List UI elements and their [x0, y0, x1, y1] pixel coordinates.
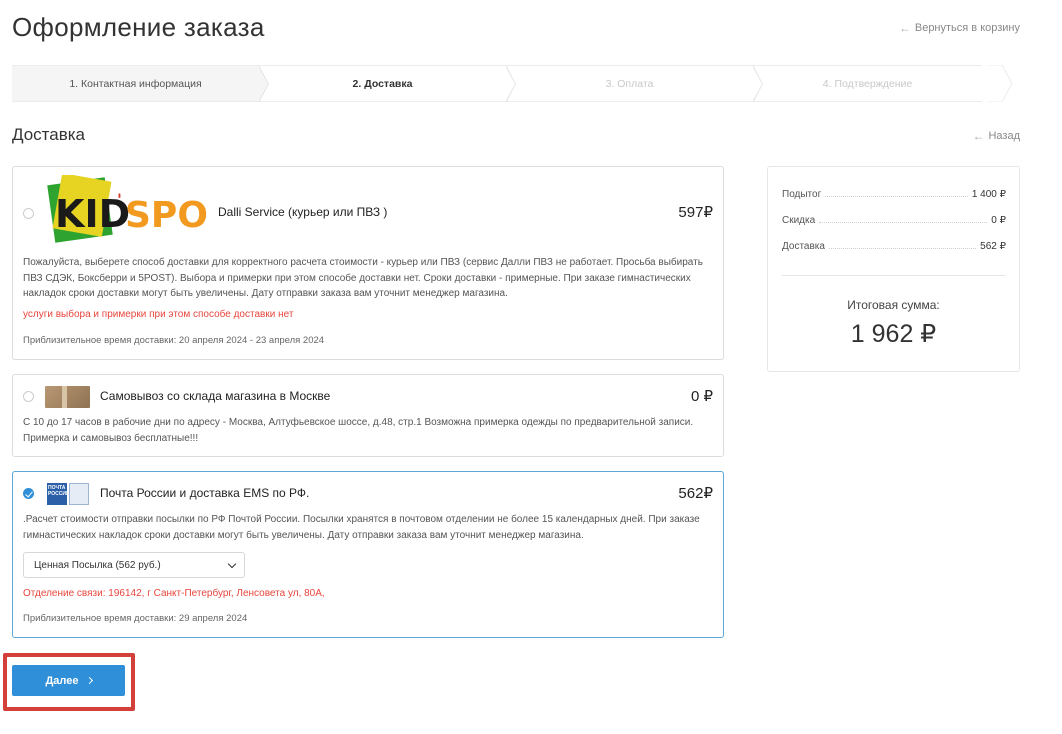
discount-value: 0 ₽ — [991, 215, 1006, 226]
step-label: 2. Доставка — [352, 77, 413, 90]
back-label: Назад — [988, 130, 1020, 142]
delivery-estimate: Приблизительное время доставки: 20 апрел… — [23, 335, 325, 346]
step-divider — [505, 65, 516, 103]
subtotal-value: 1 400 ₽ — [971, 189, 1006, 200]
order-summary: Подытог 1 400 ₽ Скидка 0 ₽ Доставка 562 … — [767, 166, 1020, 372]
chevron-right-icon — [85, 676, 93, 685]
section-title: Доставка — [12, 125, 86, 144]
delivery-estimate: Приблизительное время доставки: 29 апрел… — [23, 613, 248, 624]
back-to-cart-link[interactable]: ← Вернуться в корзину — [899, 21, 1020, 35]
step-divider — [752, 65, 763, 103]
summary-row-delivery: Доставка 562 ₽ — [782, 241, 1006, 252]
page-title: Оформление заказа — [12, 12, 265, 42]
radio-dalli[interactable] — [23, 208, 34, 219]
radio-russian-post[interactable] — [23, 488, 34, 499]
parcel-type-select[interactable]: Ценная Посылка (562 руб.) — [23, 552, 245, 578]
discount-label: Скидка — [782, 215, 816, 226]
step-contact-info[interactable]: 1. Контактная информация — [12, 65, 269, 103]
step-confirmation: 4. Подтверждение — [753, 65, 982, 102]
subtotal-label: Подытог — [782, 189, 822, 200]
method-name: Почта России и доставка EMS по РФ. — [100, 486, 310, 500]
method-name: Самовывоз со склада магазина в Москве — [100, 389, 331, 403]
eagle-emblem-icon — [69, 483, 89, 505]
svg-text:SPORT: SPORT — [125, 195, 207, 236]
method-description: Пожалуйста, выберете способ доставки для… — [23, 257, 703, 299]
summary-row-discount: Скидка 0 ₽ — [782, 215, 1006, 226]
summary-divider — [782, 275, 1006, 276]
parcel-type-value: Ценная Посылка (562 руб.) — [34, 559, 161, 571]
step-payment: 3. Оплата — [506, 65, 763, 103]
summary-row-subtotal: Подытог 1 400 ₽ — [782, 189, 1006, 200]
post-office-address: Отделение связи: 196142, г Санкт-Петербу… — [23, 588, 325, 599]
delivery-option-pickup[interactable]: Самовывоз со склада магазина в Москве 0 … — [12, 374, 724, 457]
back-to-cart-label: Вернуться в корзину — [914, 22, 1020, 34]
delivery-option-russian-post[interactable]: ПОЧТА РОССИИ Почта России и доставка EMS… — [12, 471, 724, 638]
method-description: .Расчет стоимости отправки посылки по РФ… — [23, 514, 700, 541]
steps-end-cap — [988, 65, 1012, 102]
next-label: Далее — [45, 674, 79, 687]
method-name: Dalli Service (курьер или ПВЗ ) — [218, 205, 388, 219]
method-price: 562₽ — [678, 485, 713, 502]
chevron-down-icon — [227, 559, 237, 569]
svg-text:': ' — [117, 190, 122, 209]
arrow-left-icon: ← — [898, 21, 911, 35]
step-label: 1. Контактная информация — [69, 77, 202, 90]
step-label: 4. Подтверждение — [822, 77, 913, 90]
method-description: С 10 до 17 часов в рабочие дни по адресу… — [23, 417, 694, 444]
next-button[interactable]: Далее — [12, 665, 125, 696]
delivery-label: Доставка — [782, 241, 825, 252]
method-price: 597₽ — [678, 204, 713, 221]
radio-pickup[interactable] — [23, 391, 34, 402]
step-divider — [258, 65, 269, 103]
step-label: 3. Оплата — [605, 77, 654, 90]
russian-post-logo: ПОЧТА РОССИИ — [47, 483, 89, 505]
delivery-value: 562 ₽ — [980, 241, 1006, 252]
method-price: 0 ₽ — [690, 388, 713, 405]
delivery-option-dalli[interactable]: KID SPORT ' Dalli Service (курьер или ПВ… — [12, 166, 724, 360]
total-value: 1 962 ₽ — [850, 320, 937, 348]
method-warning: услуги выбора и примерки при этом способ… — [23, 309, 294, 320]
step-delivery[interactable]: 2. Доставка — [259, 65, 516, 103]
checkout-steps: 1. Контактная информация 2. Доставка 3. … — [12, 65, 1012, 103]
arrow-left-icon: ← — [972, 129, 985, 143]
russian-post-logo-text: ПОЧТА РОССИИ — [47, 483, 70, 505]
back-link[interactable]: ← Назад — [972, 129, 1020, 143]
kidsport-logo: KID SPORT ' — [47, 175, 207, 243]
box-icon — [45, 386, 90, 408]
total-label: Итоговая сумма: — [847, 298, 940, 312]
